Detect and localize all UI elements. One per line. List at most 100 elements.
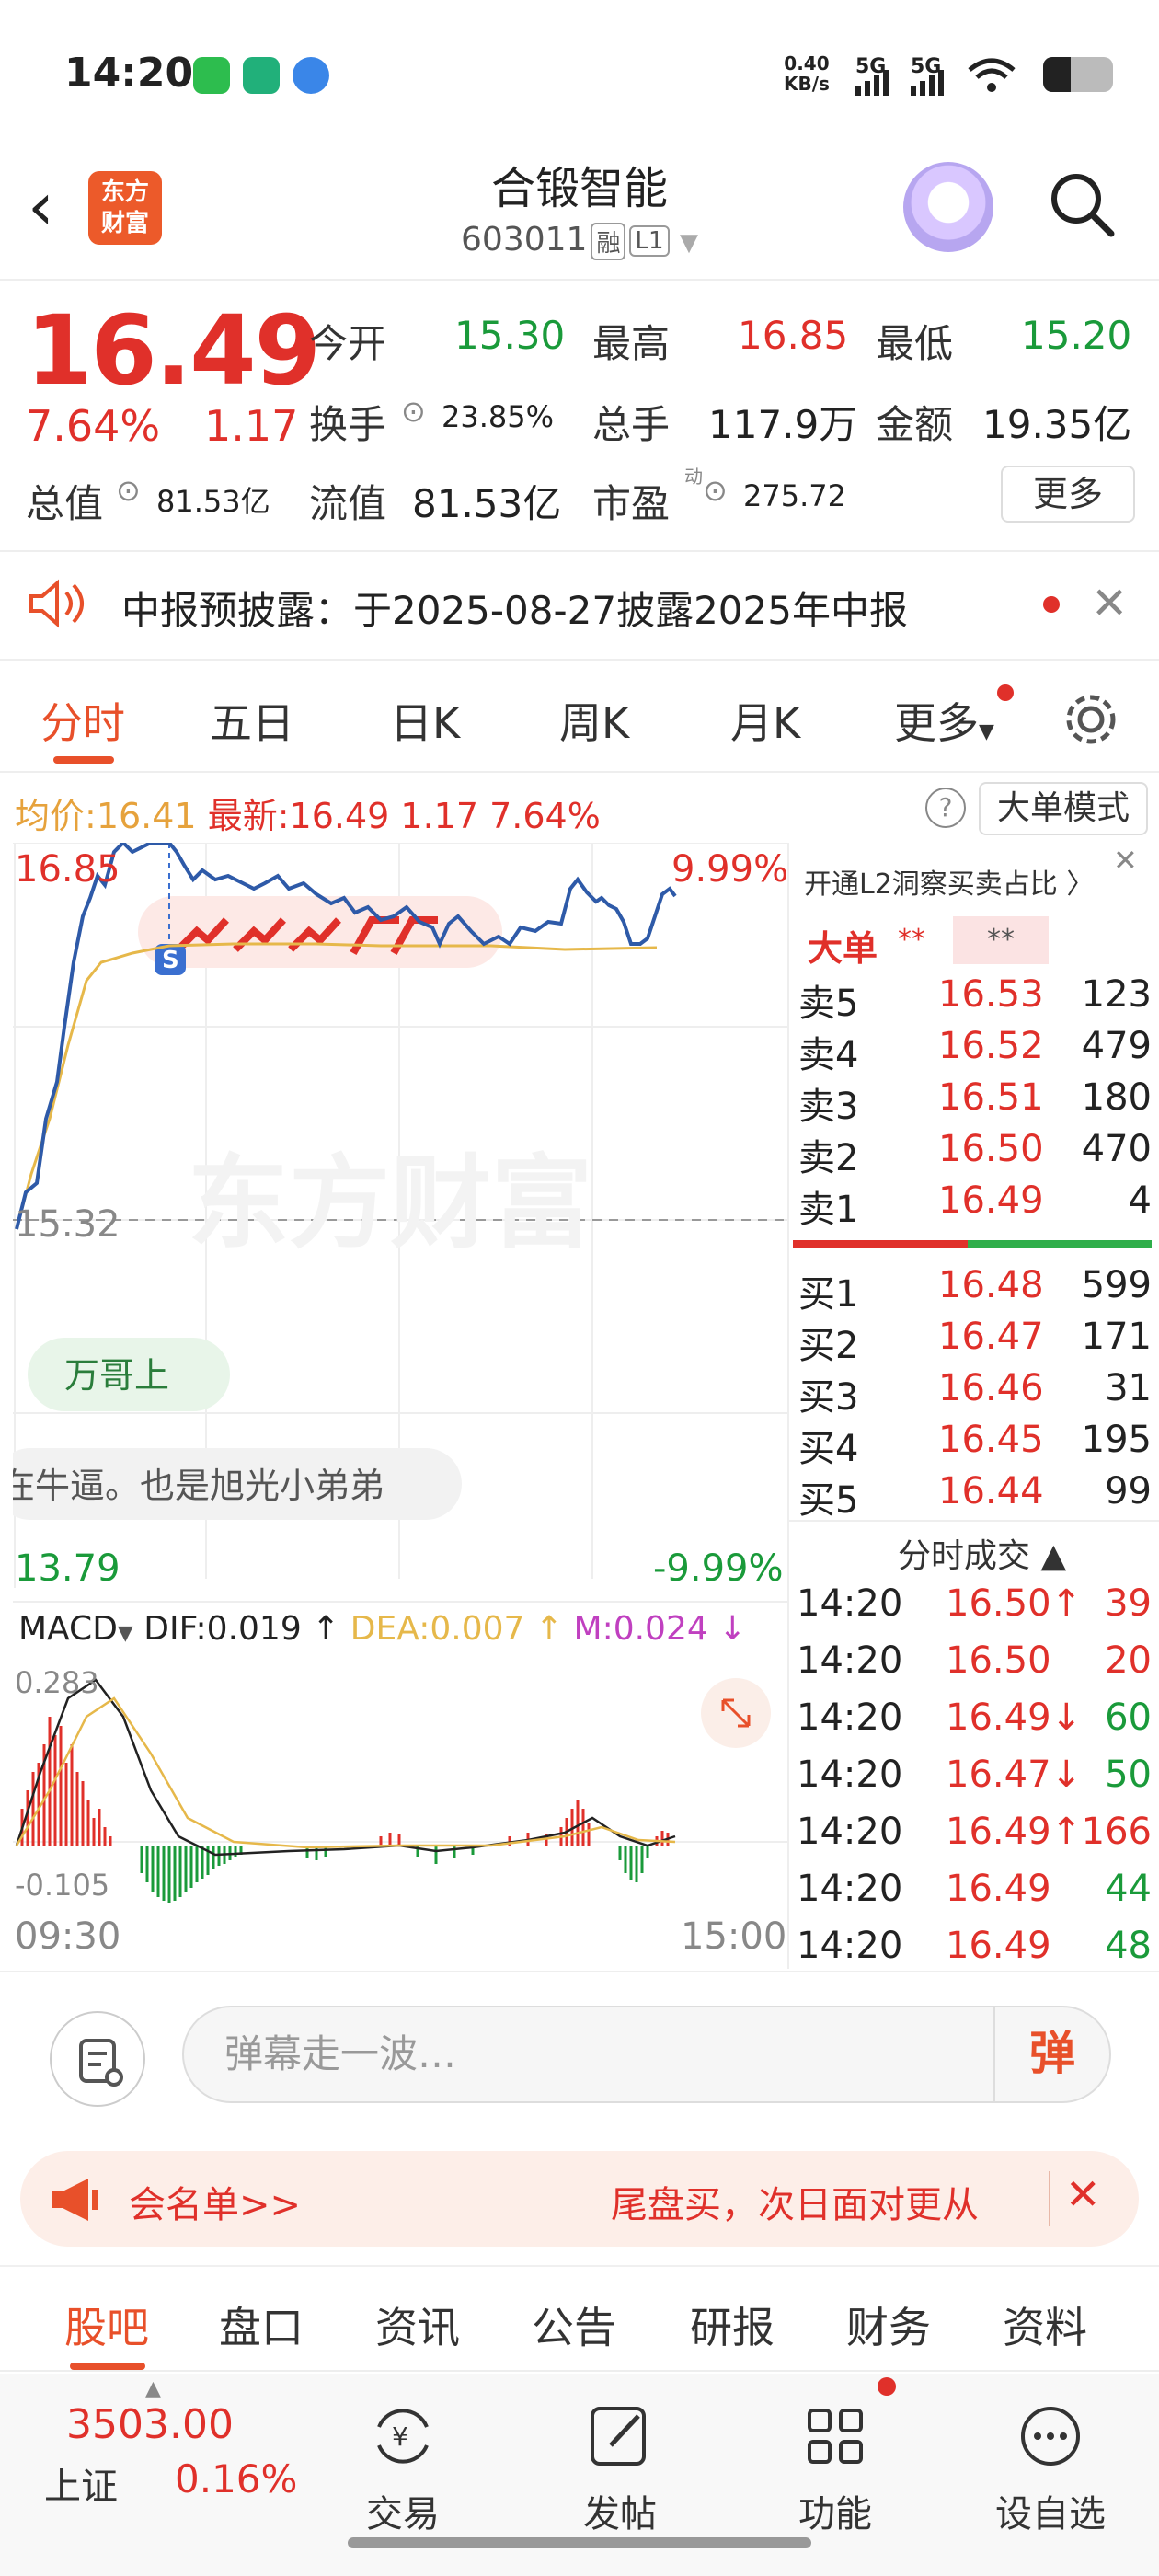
- tab-profile[interactable]: 资料: [1003, 2294, 1087, 2355]
- trade-row: 14:20 16.49↓ 60: [797, 1696, 1152, 1739]
- big-order-mode-button[interactable]: 大单模式: [979, 782, 1148, 835]
- nav-trade[interactable]: 交易: [311, 2484, 495, 2537]
- nav-add-watchlist[interactable]: 设自选: [958, 2484, 1142, 2537]
- trade-icon[interactable]: ¥: [366, 2399, 440, 2473]
- close-icon[interactable]: ✕: [1091, 578, 1128, 629]
- big-order-value-2: **: [953, 916, 1049, 964]
- index-pct[interactable]: 0.16%: [175, 2456, 297, 2501]
- trade-list: 14:20 16.50↑ 39 14:20 16.50 20 14:20 16.49↓ 60…: [789, 1582, 1159, 1987]
- tab-five-day[interactable]: 五日: [210, 690, 294, 751]
- unread-dot: [1043, 596, 1060, 613]
- ratio-bar-sell: [793, 1240, 968, 1248]
- macd-chart[interactable]: [13, 1662, 787, 1919]
- time-end: 15:00: [681, 1915, 787, 1958]
- send-danmu-button[interactable]: 弹: [993, 2007, 1109, 2101]
- status-time: 14:20: [64, 50, 194, 97]
- float-label: 流值: [309, 481, 387, 526]
- change-percent: 7.64%: [26, 401, 161, 451]
- index-name[interactable]: 上证: [44, 2456, 118, 2510]
- tab-monthly-k[interactable]: 月K: [730, 690, 800, 751]
- info-icon[interactable]: ⊙: [116, 473, 141, 508]
- tab-forum[interactable]: 股吧: [64, 2294, 149, 2355]
- wechat-icon: [193, 57, 230, 94]
- tab-research[interactable]: 研报: [690, 2294, 775, 2355]
- amount-label: 金额: [876, 402, 954, 447]
- tab-intraday[interactable]: 分时: [40, 690, 125, 751]
- open-value: 15.30: [454, 313, 566, 358]
- more-quote-button[interactable]: 更多: [1001, 466, 1135, 523]
- ask-row: 卖3 16.51 180: [798, 1076, 1152, 1128]
- trade-row: 14:20 16.50↑ 39: [797, 1582, 1152, 1625]
- promo-right-text: 尾盘买，次日面对更从: [611, 2184, 979, 2226]
- turnover-label: 换手: [309, 402, 387, 447]
- level-tag: L1: [629, 225, 670, 257]
- close-icon[interactable]: ✕: [1113, 843, 1138, 878]
- expand-icon[interactable]: [699, 1684, 700, 1685]
- nav-post[interactable]: 发帖: [528, 2484, 712, 2537]
- net-speed: 0.40 KB/s: [784, 52, 830, 95]
- nav-function[interactable]: 功能: [743, 2484, 927, 2537]
- ask-row: 卖4 16.52 479: [798, 1025, 1152, 1076]
- assistant-robot-icon[interactable]: [903, 162, 993, 252]
- ask-row: 卖5 16.53 123: [798, 973, 1152, 1025]
- index-value[interactable]: 3503.00: [66, 2401, 234, 2448]
- signal-icon-2: [911, 70, 944, 96]
- macd-header[interactable]: MACD▼ DIF:0.019 ↑ DEA:0.007 ↑ M:0.024 ↓: [18, 1610, 746, 1648]
- ask-row: 卖1 16.49 4: [798, 1179, 1152, 1231]
- battery-icon: [1043, 57, 1113, 92]
- y-bottom-pct: -9.99%: [653, 1547, 784, 1590]
- tab-depth[interactable]: 盘口: [219, 2294, 304, 2355]
- pe-dynamic-mark: 动: [684, 466, 703, 488]
- intraday-chart[interactable]: 东方财富 S 万哥上 在牛逼。也是旭光小弟弟: [13, 843, 787, 1588]
- signal-icon: [855, 70, 889, 96]
- gear-icon[interactable]: [1061, 690, 1120, 749]
- turnover-value: 23.85%: [442, 399, 555, 434]
- big-order-value-1: **: [898, 924, 925, 956]
- tab-daily-k[interactable]: 日K: [390, 690, 460, 751]
- tab-more[interactable]: 更多▼: [894, 690, 994, 751]
- bid-row: 买4 16.45 195: [798, 1419, 1152, 1470]
- speaker-icon: [29, 579, 84, 628]
- more-dots-icon[interactable]: [1014, 2399, 1087, 2473]
- volume-value: 117.9万: [708, 402, 858, 447]
- help-icon[interactable]: ?: [925, 788, 966, 828]
- margin-tag: 融: [591, 222, 626, 260]
- promo-left-text: 会名单>>: [129, 2184, 302, 2226]
- svg-text:S: S: [162, 947, 179, 974]
- trade-row: 14:20 16.47↓ 50: [797, 1754, 1152, 1796]
- search-icon[interactable]: [1049, 171, 1115, 237]
- divider: [0, 1971, 1159, 1972]
- danmu-input[interactable]: 弹幕走一波…: [182, 2006, 1111, 2103]
- info-icon[interactable]: ⊙: [401, 394, 426, 429]
- ratio-bar-buy: [968, 1240, 1152, 1248]
- tab-finance[interactable]: 财务: [846, 2294, 931, 2355]
- app-icon: [243, 57, 280, 94]
- change-amount: 1.17: [204, 401, 299, 451]
- divider: [789, 1520, 1159, 1522]
- l2-link[interactable]: 开通L2洞察买卖占比 〉: [804, 861, 1094, 902]
- trade-row: 14:20 16.49 48: [797, 1925, 1152, 1967]
- info-icon[interactable]: ⊙: [703, 473, 728, 508]
- trade-row: 14:20 16.49↑ 166: [797, 1811, 1152, 1853]
- float-value: 81.53亿: [412, 481, 562, 526]
- trade-row: 14:20 16.49 44: [797, 1868, 1152, 1910]
- bid-row: 买2 16.47 171: [798, 1316, 1152, 1367]
- bid-row: 买5 16.44 99: [798, 1470, 1152, 1522]
- volume-label: 总手: [592, 402, 671, 447]
- big-order-label: 大单: [808, 928, 878, 969]
- danmu-list-button[interactable]: [50, 2011, 145, 2107]
- wifi-icon: [968, 58, 1016, 92]
- apps-icon[interactable]: [798, 2399, 872, 2473]
- tab-weekly-k[interactable]: 周K: [559, 690, 629, 751]
- tab-announcements[interactable]: 公告: [532, 2294, 616, 2355]
- trades-title[interactable]: 分时成交 ▲: [898, 1529, 1066, 1577]
- tab-news[interactable]: 资讯: [375, 2294, 460, 2355]
- home-indicator[interactable]: [348, 2537, 811, 2548]
- svg-text:¥: ¥: [392, 2421, 408, 2452]
- edit-icon[interactable]: [583, 2399, 657, 2473]
- close-icon[interactable]: ✕: [1065, 2169, 1101, 2219]
- app-icon-2: [293, 57, 329, 94]
- more-tab-dot: [997, 684, 1014, 701]
- notice-text: 中报预披露：于2025-08-27披露2025年中报: [121, 588, 908, 633]
- watermark: 东方财富: [188, 1144, 592, 1262]
